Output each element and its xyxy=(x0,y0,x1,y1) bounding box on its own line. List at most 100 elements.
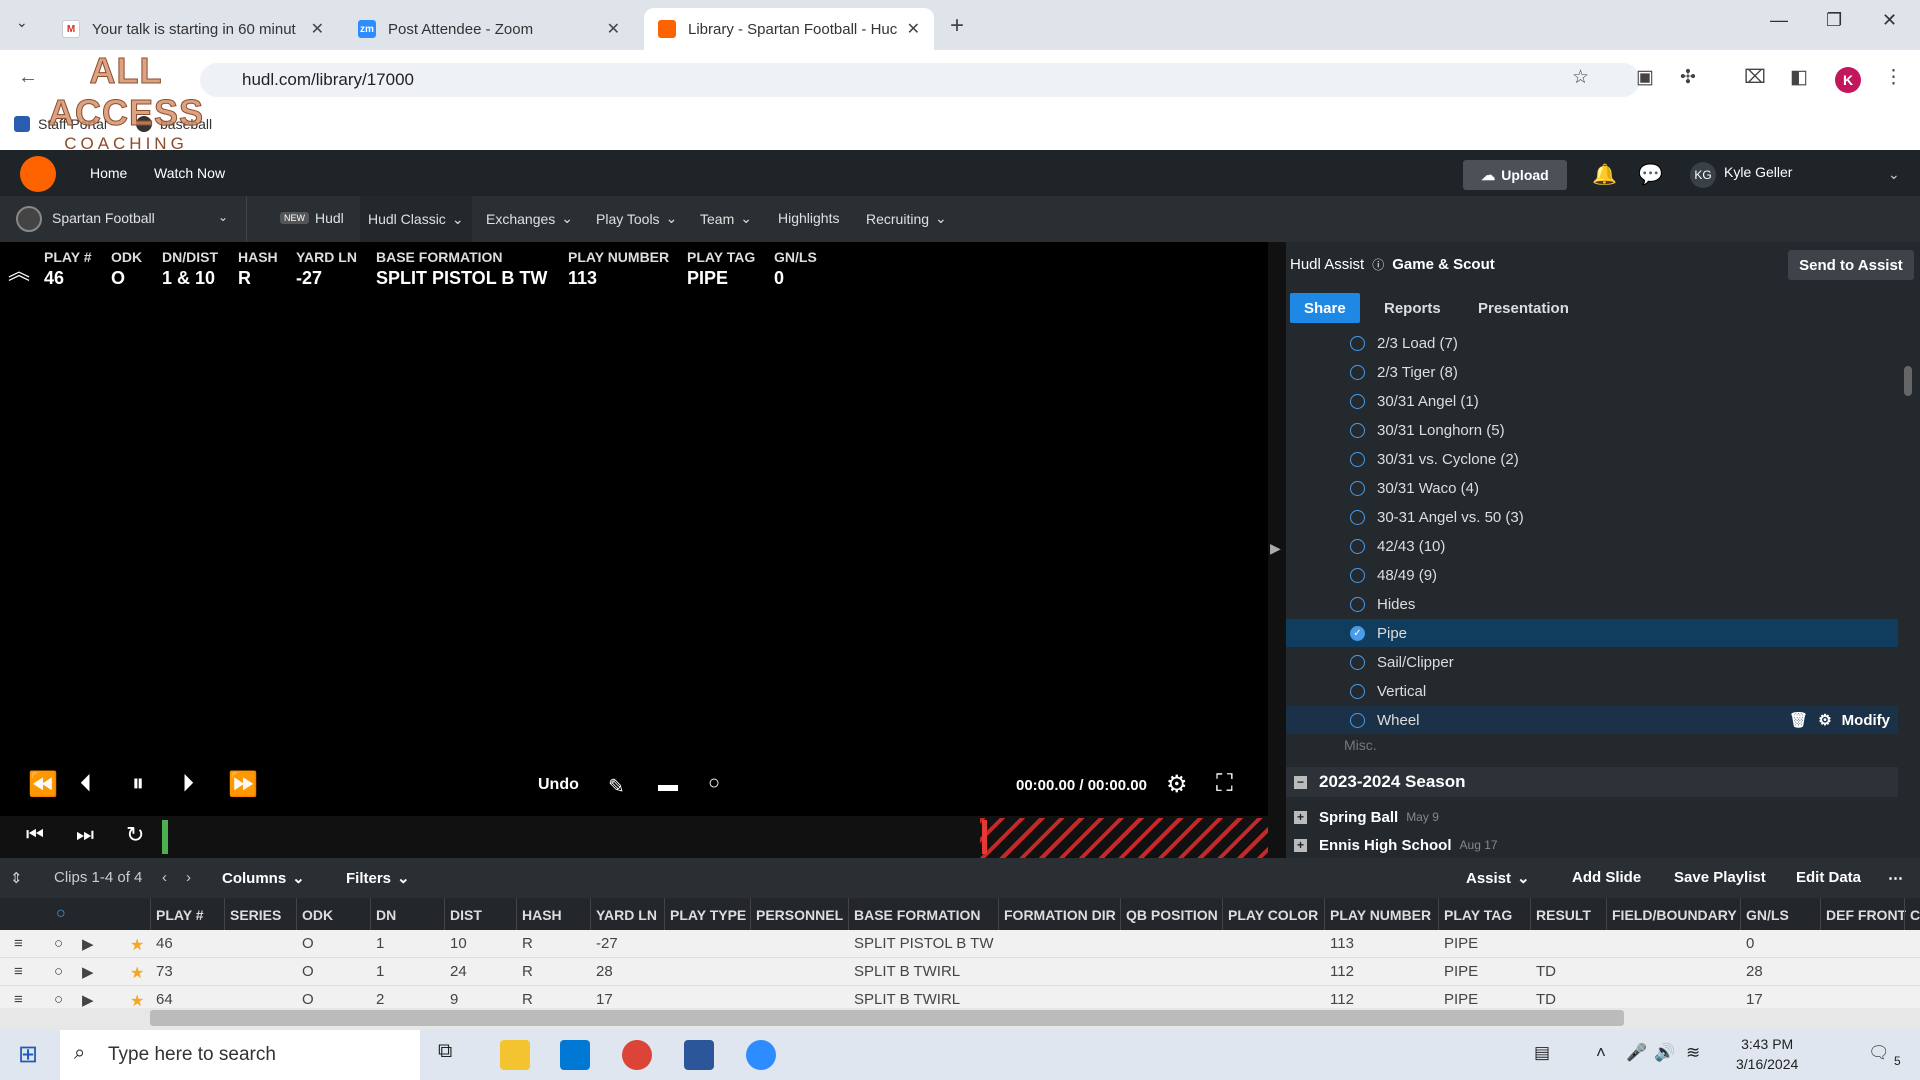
pause-icon[interactable]: ⏸ xyxy=(132,770,144,798)
tray-chevron-icon[interactable]: ˄ xyxy=(1596,1043,1606,1063)
column-header[interactable]: SERIES xyxy=(230,907,281,923)
column-header[interactable]: RESULT xyxy=(1536,907,1591,923)
tab-share[interactable]: Share xyxy=(1290,293,1360,323)
subnav-hudl-classic[interactable]: Hudl Classic ⌄ xyxy=(360,196,472,242)
column-header[interactable]: PLAY NUMBER xyxy=(1330,907,1431,923)
column-header[interactable]: DN xyxy=(376,907,396,923)
radio-icon[interactable] xyxy=(1350,393,1365,409)
browser-tab-gmail[interactable]: M Your talk is starting in 60 minut ✕ xyxy=(48,8,338,50)
tag-item[interactable]: 30-31 Angel vs. 50 (3) xyxy=(1286,503,1898,531)
video-player[interactable] xyxy=(0,242,1268,816)
close-tab-icon[interactable]: ✕ xyxy=(607,19,620,39)
notifications-bell-icon[interactable]: 🔔 xyxy=(1592,162,1617,187)
extension-icon[interactable]: ▣ xyxy=(1636,66,1654,89)
profile-avatar[interactable]: K xyxy=(1835,67,1861,93)
subnav-hudl[interactable]: NEW Hudl xyxy=(280,210,344,226)
subnav-play-tools[interactable]: Play Tools ⌄ xyxy=(596,210,677,227)
info-icon[interactable]: ⓘ xyxy=(1372,256,1384,273)
next-page-icon[interactable]: › xyxy=(186,869,191,886)
season-item-spring-ball[interactable]: + Spring Ball May 9 xyxy=(1286,804,1898,830)
expand-icon[interactable]: + xyxy=(1294,838,1307,852)
column-header[interactable]: DEF FRONT xyxy=(1826,907,1906,923)
browser-tab-zoom[interactable]: zm Post Attendee - Zoom ✕ xyxy=(344,8,634,50)
omnibox[interactable] xyxy=(200,63,1640,97)
checked-radio-icon[interactable]: ✓ xyxy=(1350,625,1365,641)
star-icon[interactable]: ★ xyxy=(130,935,144,955)
tag-item[interactable]: 2/3 Load (7) xyxy=(1286,329,1898,357)
close-window-icon[interactable]: ✕ xyxy=(1882,10,1897,31)
news-icon[interactable]: ▤ xyxy=(1534,1043,1550,1063)
row-select-radio[interactable]: ○ xyxy=(54,991,63,1008)
filters-dropdown[interactable]: Filters ⌄ xyxy=(346,869,410,888)
undo-button[interactable]: Undo xyxy=(538,776,579,794)
bookmark-star-icon[interactable]: ☆ xyxy=(1572,66,1589,89)
radio-icon[interactable] xyxy=(1350,480,1365,496)
tab-presentation[interactable]: Presentation xyxy=(1464,293,1583,323)
tag-item[interactable]: 30/31 Angel (1) xyxy=(1286,387,1898,415)
column-header[interactable]: PLAY COLOR xyxy=(1228,907,1318,923)
row-select-radio[interactable]: ○ xyxy=(54,935,63,952)
tag-item[interactable]: 42/43 (10) xyxy=(1286,532,1898,560)
fast-forward-icon[interactable]: ⏩ xyxy=(228,770,258,799)
hudl-logo[interactable] xyxy=(20,156,56,192)
puzzle-icon[interactable]: ✣ xyxy=(1680,66,1696,89)
tab-reports[interactable]: Reports xyxy=(1370,293,1455,323)
side-panel-icon[interactable]: ◧ xyxy=(1790,66,1808,89)
subnav-exchanges[interactable]: Exchanges ⌄ xyxy=(486,210,573,227)
step-forward-icon[interactable]: ⏵ xyxy=(182,770,194,798)
column-header[interactable]: PERSONNEL xyxy=(756,907,843,923)
radio-icon[interactable] xyxy=(1350,422,1365,438)
subnav-recruiting[interactable]: Recruiting ⌄ xyxy=(866,210,947,227)
user-menu-chevron-icon[interactable]: ⌄ xyxy=(1888,166,1900,183)
settings-gear-icon[interactable]: ⚙ xyxy=(1166,770,1188,799)
more-options-icon[interactable]: ⋯ xyxy=(1888,869,1903,887)
radio-icon[interactable] xyxy=(1350,596,1365,612)
microphone-icon[interactable]: 🎤 xyxy=(1626,1043,1647,1063)
column-header[interactable]: PLAY TAG xyxy=(1444,907,1512,923)
cast-icon[interactable]: ⌧ xyxy=(1744,66,1766,89)
radio-icon[interactable] xyxy=(1350,538,1365,554)
tag-item[interactable]: 30/31 vs. Cyclone (2) xyxy=(1286,445,1898,473)
column-header[interactable]: GN/LS xyxy=(1746,907,1789,923)
play-clip-icon[interactable]: ▶ xyxy=(82,991,94,1009)
column-header[interactable]: PLAY # xyxy=(156,907,203,923)
column-header[interactable]: DIST xyxy=(450,907,482,923)
collapse-info-icon[interactable]: ︽ xyxy=(8,254,30,286)
previous-clip-icon[interactable]: ⏮ xyxy=(26,824,44,847)
drag-handle-icon[interactable]: ≡ xyxy=(14,935,23,952)
upload-button[interactable]: ☁ Upload xyxy=(1463,160,1567,190)
tag-item[interactable]: Wheel 🗑 ⚙ Modify xyxy=(1286,706,1898,734)
restore-icon[interactable]: ❐ xyxy=(1826,10,1842,31)
browser-tab-hudl[interactable]: Library - Spartan Football - Huc ✕ xyxy=(644,8,934,50)
column-header[interactable]: ODK xyxy=(302,907,333,923)
subnav-team[interactable]: Team ⌄ xyxy=(700,210,752,227)
column-header[interactable]: FORMATION DIR xyxy=(1004,907,1116,923)
select-all-radio[interactable]: ○ xyxy=(56,905,66,923)
playhead-marker[interactable] xyxy=(162,820,168,854)
panel-scrollbar[interactable] xyxy=(1904,366,1912,396)
tag-item[interactable]: 48/49 (9) xyxy=(1286,561,1898,589)
tag-item[interactable]: 30/31 Waco (4) xyxy=(1286,474,1898,502)
close-tab-icon[interactable]: ✕ xyxy=(907,19,920,39)
resize-handle-icon[interactable]: ⇕ xyxy=(10,869,23,887)
menu-icon[interactable]: ⋮ xyxy=(1884,66,1903,89)
play-clip-icon[interactable]: ▶ xyxy=(82,935,94,953)
column-header[interactable]: C xyxy=(1910,907,1920,923)
windows-start-icon[interactable]: ⊞ xyxy=(18,1040,38,1069)
minimize-icon[interactable]: — xyxy=(1770,10,1788,31)
user-avatar[interactable]: KG xyxy=(1690,162,1716,188)
word-icon[interactable] xyxy=(684,1040,714,1070)
tag-item[interactable]: Sail/Clipper xyxy=(1286,648,1898,676)
subnav-highlights[interactable]: Highlights xyxy=(778,210,839,226)
edit-data-button[interactable]: Edit Data xyxy=(1796,869,1861,886)
send-to-assist-button[interactable]: Send to Assist xyxy=(1788,250,1914,280)
tag-item[interactable]: 30/31 Longhorn (5) xyxy=(1286,416,1898,444)
step-back-icon[interactable]: ⏴ xyxy=(80,770,92,798)
column-header[interactable]: FIELD/BOUNDARY xyxy=(1612,907,1737,923)
save-playlist-button[interactable]: Save Playlist xyxy=(1674,869,1766,886)
draw-pen-icon[interactable]: ✎ xyxy=(608,774,625,799)
column-header[interactable]: HASH xyxy=(522,907,562,923)
zoom-taskbar-icon[interactable] xyxy=(746,1040,776,1070)
messages-icon[interactable]: 💬 xyxy=(1638,162,1663,187)
prev-page-icon[interactable]: ‹ xyxy=(162,869,167,886)
